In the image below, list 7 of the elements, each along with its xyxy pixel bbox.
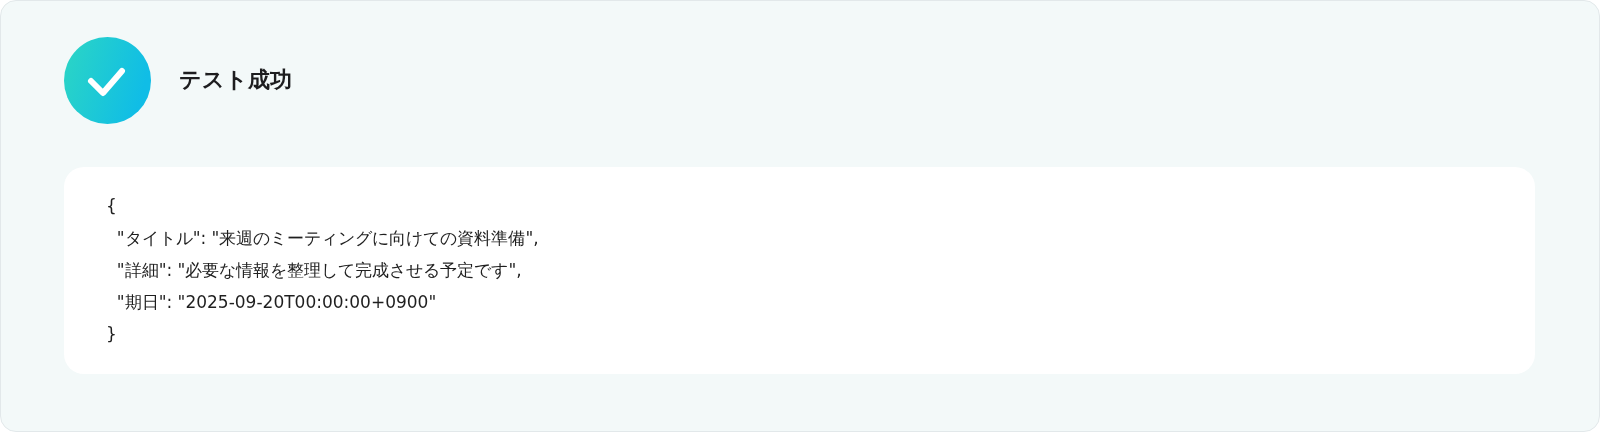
code-line: "期日": "2025-09-20T00:00:00+0900" <box>115 291 438 314</box>
code-line: "詳細": "必要な情報を整理して完成させる予定です", <box>115 259 523 282</box>
code-line: { <box>106 195 118 218</box>
check-icon <box>64 36 151 124</box>
code-line: } <box>106 323 118 346</box>
code-line: "タイトル": "来週のミーティングに向けての資料準備", <box>115 227 540 250</box>
status-title: テスト成功 <box>179 66 292 94</box>
